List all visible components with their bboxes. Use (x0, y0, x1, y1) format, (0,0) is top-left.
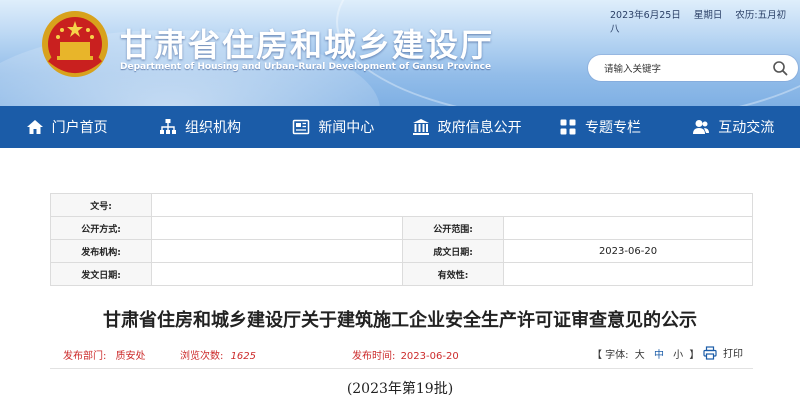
current-weekday: 星期日 (693, 10, 723, 21)
nav-item-news[interactable]: 新闻中心 (267, 106, 400, 148)
meta-row: 文号: (50, 193, 753, 217)
meta-value (151, 239, 403, 263)
nav-label: 新闻中心 (318, 120, 375, 136)
meta-value (503, 262, 753, 286)
font-size-switcher: 【 字体: 大 中 小 】 (592, 346, 699, 361)
batch-number: (2023年第19批) (346, 381, 454, 397)
nav-label: 门户首页 (51, 120, 108, 136)
document-meta-table: 文号: 公开方式: 公开范围: 发布机构: 成文日期: 2023-06-20 发… (50, 193, 753, 286)
meta-value (151, 262, 403, 286)
newspaper-icon (293, 119, 310, 135)
publish-time: 发布时间: 2023-06-20 (352, 347, 459, 362)
meta-label: 发文日期: (50, 262, 152, 286)
printer-icon (703, 345, 717, 360)
meta-value (151, 216, 403, 240)
search-box (588, 55, 798, 81)
site-title: 甘肃省住房和城乡建设厅 (120, 26, 495, 64)
font-size-small[interactable]: 小 (673, 350, 683, 361)
nav-label: 专题专栏 (584, 120, 641, 136)
meta-label: 公开范围: (402, 216, 504, 240)
nav-item-topics[interactable]: 专题专栏 (533, 106, 666, 148)
article-title: 甘肃省住房和城乡建设厅关于建筑施工企业安全生产许可证审查意见的公示 (103, 310, 697, 331)
nav-item-gov-info[interactable]: 政府信息公开 (400, 106, 533, 148)
font-size-end: 】 (689, 350, 700, 361)
grid-icon (560, 119, 576, 135)
national-emblem-icon (42, 11, 108, 77)
meta-label: 发布机构: (50, 239, 152, 263)
date-line: 2023年6月25日 星期日 农历:五月初八 (610, 7, 800, 35)
meta-label: 有效性: (402, 262, 504, 286)
department-value: 质安处 (115, 351, 146, 362)
current-date: 2023年6月25日 (610, 10, 681, 21)
font-size-medium[interactable]: 中 (654, 350, 664, 361)
meta-label: 公开方式: (50, 216, 152, 240)
print-button[interactable]: 打印 (703, 345, 743, 360)
org-chart-icon (159, 119, 176, 134)
meta-row: 发布机构: 成文日期: 2023-06-20 (50, 239, 753, 263)
meta-value: 2023-06-20 (503, 239, 753, 263)
publish-department: 发布部门: 质安处 (63, 347, 146, 362)
time-value: 2023-06-20 (400, 351, 459, 362)
nav-item-home[interactable]: 门户首页 (0, 106, 133, 148)
main-nav: 门户首页 组织机构 新闻中心 政府信息公开 专题专栏 互动交流 (0, 106, 800, 148)
views-label: 浏览次数: (180, 351, 224, 362)
meta-value (503, 216, 753, 240)
nav-label: 互动交流 (718, 120, 775, 136)
meta-label: 成文日期: (402, 239, 504, 263)
nav-item-organization[interactable]: 组织机构 (133, 106, 266, 148)
views-value: 1625 (230, 351, 257, 362)
print-label: 打印 (723, 349, 743, 360)
meta-value (151, 193, 753, 217)
meta-row: 公开方式: 公开范围: (50, 216, 753, 240)
nav-label: 组织机构 (184, 120, 241, 136)
font-size-large[interactable]: 大 (635, 350, 645, 361)
nav-item-interaction[interactable]: 互动交流 (667, 106, 800, 148)
site-header: 甘肃省住房和城乡建设厅 Department of Housing and Ur… (0, 0, 800, 106)
font-size-label: 【 字体: (592, 350, 629, 361)
government-building-icon (412, 119, 429, 135)
view-count: 浏览次数: 1625 (180, 347, 256, 362)
divider (50, 368, 753, 369)
users-icon (693, 120, 710, 134)
nav-label: 政府信息公开 (437, 120, 522, 136)
search-input[interactable] (602, 59, 766, 79)
search-icon[interactable] (772, 60, 788, 76)
meta-label: 文号: (50, 193, 152, 217)
meta-row: 发文日期: 有效性: (50, 262, 753, 286)
home-icon (26, 120, 43, 134)
department-label: 发布部门: (63, 351, 107, 362)
time-label: 发布时间: (352, 351, 396, 362)
site-title-english: Department of Housing and Urban-Rural De… (120, 62, 492, 72)
